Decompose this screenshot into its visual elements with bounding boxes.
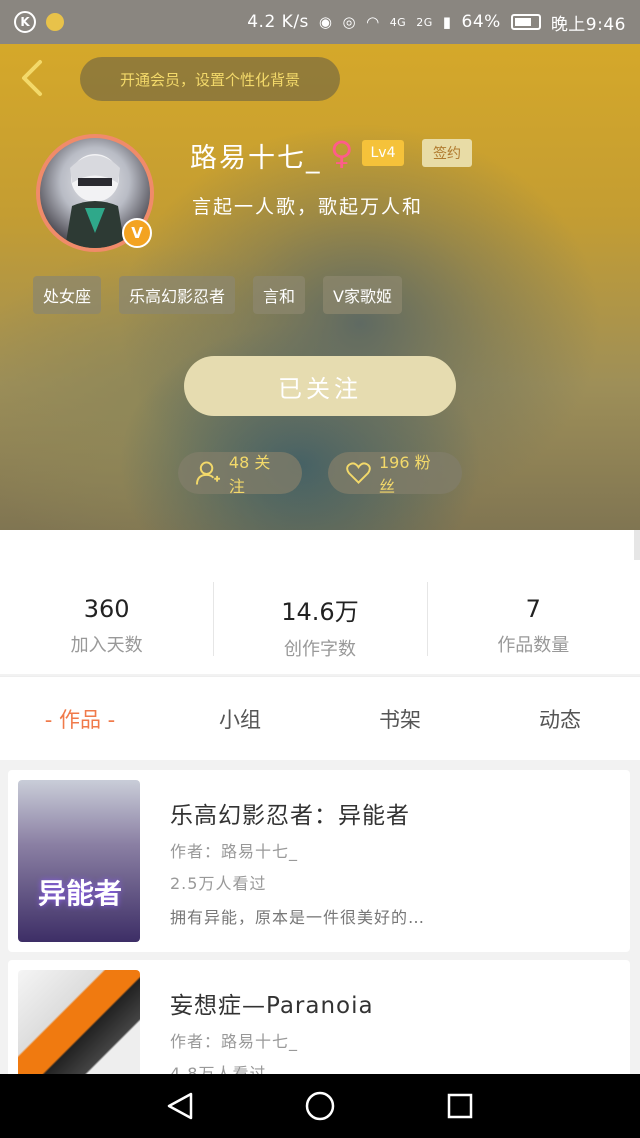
work-description: 拥有异能，原本是一件很美好的… bbox=[170, 908, 426, 927]
tag-item[interactable]: 乐高幻影忍者 bbox=[119, 276, 236, 314]
system-nav-bar bbox=[0, 1074, 640, 1138]
nav-back-button[interactable] bbox=[160, 1086, 200, 1126]
scroll-indicator bbox=[634, 530, 640, 560]
list-item[interactable]: 异能者 乐高幻影忍者：异能者 作者：路易十七_ 2.5万人看过 拥有异能，原本是… bbox=[8, 770, 630, 952]
list-item[interactable]: 妄想症—Paranoia 作者：路易十七_ 4.8万人看过 bbox=[8, 960, 630, 1074]
level-badge: Lv4 bbox=[362, 140, 404, 166]
work-author: 作者：路易十七_ bbox=[170, 842, 299, 861]
battery-icon bbox=[510, 14, 541, 30]
tag-list: 处女座 乐高幻影忍者 言和 V家歌姬 bbox=[33, 276, 402, 314]
tab-groups[interactable]: 小组 bbox=[160, 677, 320, 760]
back-button[interactable] bbox=[14, 58, 54, 98]
stat-value: 14.6万 bbox=[281, 597, 359, 626]
square-recents-icon bbox=[447, 1093, 473, 1119]
fans-count: 196 粉丝 bbox=[378, 453, 431, 496]
works-list: 异能者 乐高幻影忍者：异能者 作者：路易十七_ 2.5万人看过 拥有异能，原本是… bbox=[0, 760, 640, 1074]
app-k-icon: K bbox=[14, 11, 36, 33]
location-icon: ◉ bbox=[318, 13, 333, 31]
signal-icon: ▮ bbox=[442, 13, 452, 31]
signed-badge: 签约 bbox=[422, 139, 472, 167]
stat-words: 14.6万 创作字数 bbox=[213, 578, 426, 674]
tab-activity[interactable]: 动态 bbox=[480, 677, 640, 760]
clock: 晚上9:46 bbox=[550, 14, 626, 35]
work-author: 作者：路易十七_ bbox=[170, 1032, 299, 1051]
book-cover bbox=[18, 970, 140, 1074]
tag-item[interactable]: 言和 bbox=[253, 276, 306, 314]
stat-value: 7 bbox=[525, 595, 541, 623]
tab-bookshelf[interactable]: 书架 bbox=[320, 677, 480, 760]
wifi-icon: ◠ bbox=[366, 13, 380, 31]
circle-home-icon bbox=[305, 1091, 335, 1121]
user-bio: 言起一人歌，歌起万人和 bbox=[192, 196, 424, 218]
following-count: 48 关注 bbox=[228, 453, 271, 496]
book-cover: 异能者 bbox=[18, 780, 140, 942]
stat-label: 创作字数 bbox=[283, 638, 356, 660]
fans-button[interactable]: 196 粉丝 bbox=[328, 452, 462, 496]
stat-days: 360 加入天数 bbox=[0, 578, 213, 674]
network-4g-label: 4G bbox=[389, 15, 407, 29]
female-icon: ♀ bbox=[330, 134, 354, 172]
work-title: 乐高幻影忍者：异能者 bbox=[170, 803, 410, 829]
stat-works: 7 作品数量 bbox=[426, 578, 640, 674]
triangle-back-icon bbox=[167, 1092, 193, 1120]
chevron-left-icon bbox=[22, 60, 42, 96]
follow-button[interactable]: 已关注 bbox=[184, 356, 456, 416]
tab-bar: - 作品 - 小组 书架 动态 bbox=[0, 676, 640, 760]
vip-background-banner[interactable]: 开通会员，设置个性化背景 bbox=[80, 57, 340, 101]
profile-header: 开通会员，设置个性化背景 V 路易十七_ ♀ Lv4 签约 言起一人歌，歌起万人… bbox=[0, 44, 640, 530]
following-button[interactable]: 48 关注 bbox=[178, 452, 302, 496]
network-speed: 4.2 K/s bbox=[247, 12, 309, 32]
stat-label: 作品数量 bbox=[497, 635, 570, 656]
work-views: 2.5万人看过 bbox=[170, 874, 267, 893]
stats-row: 360 加入天数 14.6万 创作字数 7 作品数量 bbox=[0, 578, 640, 674]
status-bar: K 4.2 K/s ◉ ◎ ◠ 4G 2G ▮ 64% 晚上9:46 bbox=[0, 0, 640, 44]
stat-value: 360 bbox=[83, 595, 130, 623]
heart-icon bbox=[346, 462, 371, 484]
tag-item[interactable]: V家歌姬 bbox=[323, 276, 402, 314]
nav-home-button[interactable] bbox=[300, 1086, 340, 1126]
work-views: 4.8万人看过 bbox=[170, 1064, 267, 1074]
stat-label: 加入天数 bbox=[70, 635, 143, 656]
tag-item[interactable]: 处女座 bbox=[33, 276, 102, 314]
work-title: 妄想症—Paranoia bbox=[170, 993, 374, 1019]
section-spacer bbox=[0, 530, 640, 578]
battery-percent: 64% bbox=[461, 12, 501, 32]
verified-badge: V bbox=[122, 218, 152, 248]
eye-icon: ◎ bbox=[342, 13, 357, 31]
network-2g-label: 2G bbox=[416, 15, 433, 29]
username: 路易十七_ bbox=[190, 143, 322, 174]
tab-works[interactable]: - 作品 - bbox=[0, 677, 160, 760]
notification-icon bbox=[46, 13, 64, 31]
nav-recents-button[interactable] bbox=[440, 1086, 480, 1126]
cover-title: 异能者 bbox=[38, 877, 123, 910]
add-user-icon bbox=[196, 461, 220, 485]
